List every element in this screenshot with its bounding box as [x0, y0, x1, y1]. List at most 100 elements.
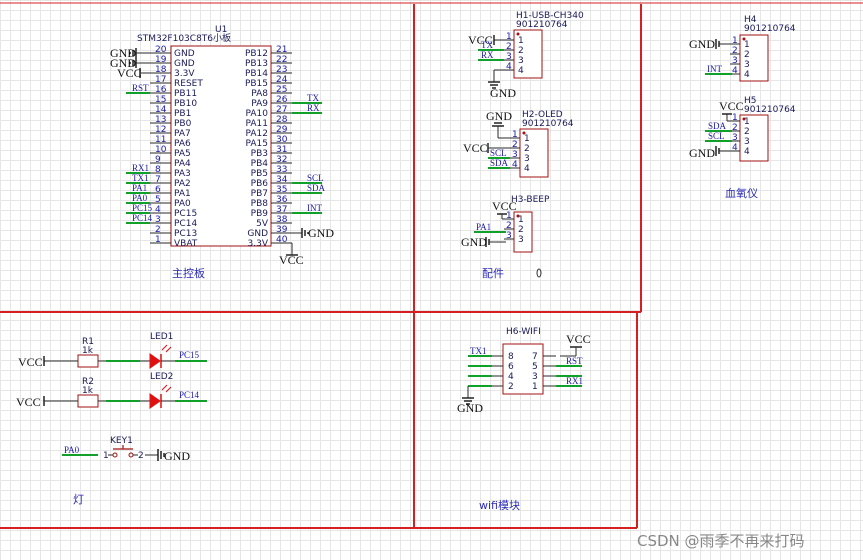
header-h3: H3-BEEP 1 12 23 3 VCC PA1 GND 配件 [461, 195, 550, 280]
header-pin-num: 3 [744, 137, 750, 147]
mcu-left-net-label: PC14 [132, 213, 153, 223]
mcu-pin-num: 17 [155, 75, 166, 85]
mcu-pin-name: PB12 [245, 49, 268, 59]
mcu-pin-name: VBAT [174, 239, 198, 249]
mcu-pin-num: 39 [276, 225, 288, 235]
header-pin-num: 1 [744, 40, 750, 50]
mcu-pin-name: PC13 [174, 229, 197, 239]
mcu-right-net-label: RX [307, 103, 320, 113]
mcu-u1: U1 STM32F103C8T6小板 20 GND19 GND18 3.3V17 RES… [110, 25, 334, 280]
mcu-pin-num: 30 [276, 135, 288, 145]
mcu-pin-num: 4 [155, 205, 161, 215]
h2-part: 901210764 [522, 119, 574, 129]
header-pin-num-left: 2 [732, 123, 738, 133]
led1-symbol [149, 353, 161, 369]
header-pin-num-left: 2 [506, 42, 512, 52]
mcu-pin-name: PC15 [174, 209, 197, 219]
mcu-pin-name: PB9 [251, 209, 269, 219]
mcu-right-net-label: TX [307, 93, 319, 103]
key1-ref: KEY1 [110, 436, 133, 446]
h1-part: 901210764 [516, 20, 568, 30]
mcu-pin-name: PB6 [251, 179, 269, 189]
mcu-pin-num: 1 [155, 235, 161, 245]
header-pin-num-left: 1 [732, 36, 738, 46]
mcu-pin-name: PC14 [174, 219, 197, 229]
section-title-main-board: 主控板 [172, 266, 205, 280]
header-pin-num: 1 [518, 215, 524, 225]
header-pin-num-left: 3 [512, 150, 518, 160]
r2-value: 1k [82, 386, 94, 396]
h2-sda-label: SDA [490, 158, 509, 168]
h4-int-label: INT [707, 64, 722, 74]
h3-vcc-label: VCC [492, 199, 517, 213]
mcu-right-nets: TXRX SCLSDA INT [292, 93, 326, 214]
mcu-pin-name: PB10 [174, 99, 197, 109]
key-pin1: 1 [103, 451, 109, 461]
header-pin-num: 4 [524, 164, 530, 174]
mcu-right-vcc-label: VCC [279, 253, 304, 267]
section-title-lamp: 灯 [73, 493, 84, 506]
header-pin-num-left: 2 [506, 221, 512, 231]
schematic-canvas: U1 STM32F103C8T6小板 20 GND19 GND18 3.3V17 RES… [0, 2, 863, 550]
mcu-right-net-label: SDA [307, 183, 326, 193]
mcu-right-net-label: INT [307, 203, 322, 213]
lamp-section: VCC R1 1k LED1 PC15 VCC R2 1k LED2 PC14 … [16, 332, 207, 506]
mcu-left-net-label: PA1 [132, 183, 147, 193]
h3-pa1-label: PA1 [476, 222, 491, 232]
h6-pin-right: 7 [532, 352, 538, 362]
led1-ref: LED1 [150, 332, 173, 342]
header-pin-num: 4 [744, 147, 750, 157]
section-title-oximeter: 血氧仪 [725, 186, 758, 200]
mcu-pin-name: PB13 [245, 59, 268, 69]
h4-part: 901210764 [744, 24, 796, 34]
mcu-vcc-label: VCC [117, 66, 142, 80]
mcu-pin-num: 31 [276, 145, 287, 155]
resistor-r1 [77, 354, 99, 368]
header-pin-num-left: 4 [732, 143, 738, 153]
header-pin-num: 1 [524, 134, 530, 144]
mcu-pin-name: GND [174, 49, 195, 59]
lamp-vcc-label-2: VCC [16, 395, 41, 409]
key-gnd-label: GND [164, 449, 190, 463]
h5-part: 901210764 [744, 105, 796, 115]
header-pin-num: 3 [744, 60, 750, 70]
header-pin-num: 3 [518, 235, 524, 245]
mcu-pin-name: PB11 [174, 89, 197, 99]
h6-pin-right: 1 [532, 382, 538, 392]
header-pin-num-left: 4 [732, 66, 738, 76]
h1-gnd-label: GND [490, 86, 516, 100]
header-pin-num: 4 [518, 66, 524, 76]
mcu-pin-name: 3.3V [248, 239, 269, 249]
mcu-pin-num: 28 [276, 115, 288, 125]
mcu-pin-num: 9 [155, 155, 161, 165]
header-pin-num: 3 [518, 56, 524, 66]
header-pin-num: 4 [744, 70, 750, 80]
h2-scl-label: SCL [490, 148, 507, 158]
header-pin-num-left: 2 [732, 46, 738, 56]
header-h6: H6-WIFI 8642 7531 VCC TX1 GND RST RX1 wif… [457, 327, 591, 512]
h6-pin-left: 6 [508, 362, 514, 372]
mcu-pin-name: PA3 [174, 169, 191, 179]
header-pin-num-left: 1 [506, 32, 512, 42]
h6-rx1-label: RX1 [566, 376, 583, 386]
mcu-pin-num: 3 [155, 215, 161, 225]
header-pin-num: 2 [524, 144, 530, 154]
header-pin-num: 3 [524, 154, 530, 164]
mcu-pin-name: PB3 [251, 149, 268, 159]
h2-gnd-label: GND [486, 109, 512, 123]
h4-gnd-label: GND [689, 37, 715, 51]
mcu-pin-name: PB8 [251, 199, 269, 209]
mcu-pin-num: 23 [276, 65, 287, 75]
header-pin-num-left: 1 [512, 130, 518, 140]
mcu-pin-num: 12 [155, 125, 166, 135]
mcu-pin-num: 35 [276, 185, 287, 195]
mcu-pin-name: PA10 [246, 109, 269, 119]
lamp-vcc-label-1: VCC [18, 355, 43, 369]
mcu-left-net-label: RST [132, 83, 149, 93]
header-pin-num-left: 4 [512, 160, 518, 170]
h6-tx1-label: TX1 [470, 346, 487, 356]
mcu-pin-name: PA5 [174, 149, 191, 159]
section-title-wifi: wifi模块 [479, 499, 520, 512]
mcu-pin-name: PA12 [246, 129, 268, 139]
header-pin-num: 2 [518, 225, 524, 235]
